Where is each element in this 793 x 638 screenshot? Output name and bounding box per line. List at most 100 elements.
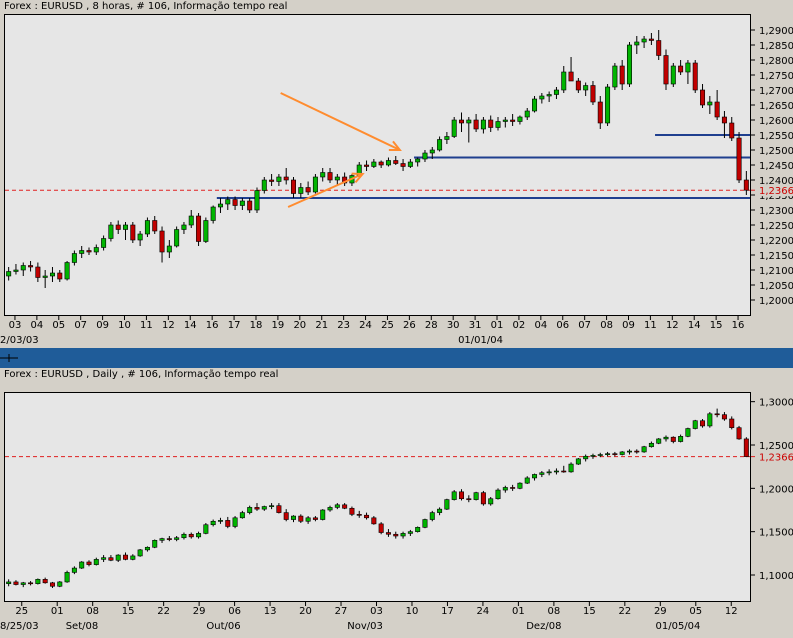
candle-up — [115, 554, 121, 561]
candle-down — [670, 436, 676, 442]
candle-up — [648, 442, 654, 448]
x-tick-label: 08 — [548, 606, 561, 617]
candle-up — [407, 531, 413, 534]
candle-up — [444, 136, 450, 140]
candle-down — [743, 438, 749, 457]
bottom-chart-pane: Forex : EURUSD , Daily , # 106, Informaç… — [0, 368, 793, 638]
candle-up — [79, 561, 85, 569]
candle-up — [247, 507, 253, 513]
candle-down — [648, 38, 654, 41]
candle-up — [422, 152, 428, 160]
x-tick-label: 02 — [513, 320, 526, 331]
candle-up — [663, 436, 669, 440]
x-tick-label: 08 — [86, 606, 99, 617]
candle-down — [400, 163, 406, 167]
candle-up — [619, 451, 625, 455]
x-date-label: Dez/08 — [526, 621, 561, 632]
candle-down — [364, 514, 370, 519]
candle-down — [393, 533, 399, 537]
candle-up — [130, 555, 136, 560]
candle-up — [166, 245, 172, 253]
x-tick-label: 12 — [725, 606, 738, 617]
candle-up — [305, 517, 311, 522]
y-tick-label: 1,2250 — [759, 221, 793, 232]
x-tick-label: 12 — [162, 320, 175, 331]
x-date-label: Set/08 — [66, 621, 99, 632]
y-tick-label: 1,2750 — [759, 71, 793, 82]
candle-up — [707, 413, 713, 427]
candle-up — [626, 44, 632, 85]
candle-down — [729, 418, 735, 428]
candle-down — [480, 492, 486, 505]
candle-down — [597, 101, 603, 124]
candle-up — [400, 533, 406, 537]
candle-up — [385, 160, 391, 166]
candle-up — [539, 95, 545, 100]
candle-up — [269, 505, 275, 507]
candle-down — [269, 179, 275, 182]
candle-down — [568, 71, 574, 82]
candle-up — [444, 499, 450, 510]
candle-up — [261, 506, 267, 510]
candle-up — [546, 471, 552, 474]
candle-down — [743, 179, 749, 191]
x-tick-label: 14 — [688, 320, 701, 331]
candle-down — [678, 65, 684, 73]
candle-down — [247, 200, 253, 211]
candle-up — [583, 455, 589, 460]
candle-up — [210, 206, 216, 221]
candle-up — [524, 110, 530, 118]
candle-up — [605, 453, 611, 455]
x-tick-label: 08 — [600, 320, 613, 331]
x-date-label: 01/01/04 — [458, 335, 503, 346]
candle-down — [612, 453, 618, 455]
candle-up — [93, 559, 99, 565]
bottom-x-axis: 25 01 08 15 22 29 06 13 20 27 03 10 17 24 01 08 15 22 29 05… — [0, 602, 793, 638]
candle-up — [144, 546, 150, 551]
y-tick-label: 1,2200 — [759, 236, 793, 247]
candle-up — [181, 224, 187, 230]
candle-up — [502, 119, 508, 122]
top-chart-pane: Forex : EURUSD , 8 horas, # 106, Informa… — [0, 0, 793, 348]
candle-up — [590, 455, 596, 457]
candle-up — [6, 271, 12, 277]
y-tick-label: 1,2500 — [759, 441, 793, 452]
candle-down — [57, 272, 63, 280]
bottom-y-axis: 1,1000 1,1500 1,2000 1,2500 1,3000 1,2366 — [751, 392, 793, 602]
candle-down — [473, 119, 479, 130]
y-tick-label: 1,2000 — [759, 484, 793, 495]
candle-down — [28, 582, 34, 585]
candle-up — [488, 498, 494, 505]
x-tick-label: 09 — [96, 320, 109, 331]
candle-up — [64, 572, 70, 583]
pane-divider[interactable] — [0, 348, 793, 368]
candle-down — [700, 420, 706, 427]
splitter-handle-icon[interactable] — [0, 354, 18, 362]
candle-up — [210, 520, 216, 526]
x-tick-label: 01 — [491, 320, 504, 331]
candle-up — [327, 507, 333, 511]
candle-up — [101, 238, 107, 248]
candle-up — [517, 116, 523, 122]
bottom-plot-area[interactable] — [4, 392, 751, 602]
candle-down — [510, 119, 516, 122]
candle-up — [437, 139, 443, 151]
current-price-label: 1,2366 — [759, 186, 793, 197]
candle-up — [597, 454, 603, 456]
x-tick-label: 20 — [299, 606, 312, 617]
x-tick-label: 13 — [264, 606, 277, 617]
candle-down — [634, 450, 640, 453]
candle-down — [276, 505, 282, 513]
candle-up — [553, 470, 559, 473]
candle-down — [28, 265, 34, 268]
x-tick-label: 11 — [644, 320, 657, 331]
y-tick-label: 1,1000 — [759, 571, 793, 582]
candle-down — [225, 520, 231, 527]
candle-up — [641, 38, 647, 43]
x-tick-label: 14 — [184, 320, 197, 331]
y-tick-label: 1,1500 — [759, 528, 793, 539]
x-tick-label: 24 — [359, 320, 372, 331]
candle-down — [721, 116, 727, 124]
x-tick-label: 24 — [477, 606, 490, 617]
top-plot-area[interactable] — [4, 14, 751, 316]
